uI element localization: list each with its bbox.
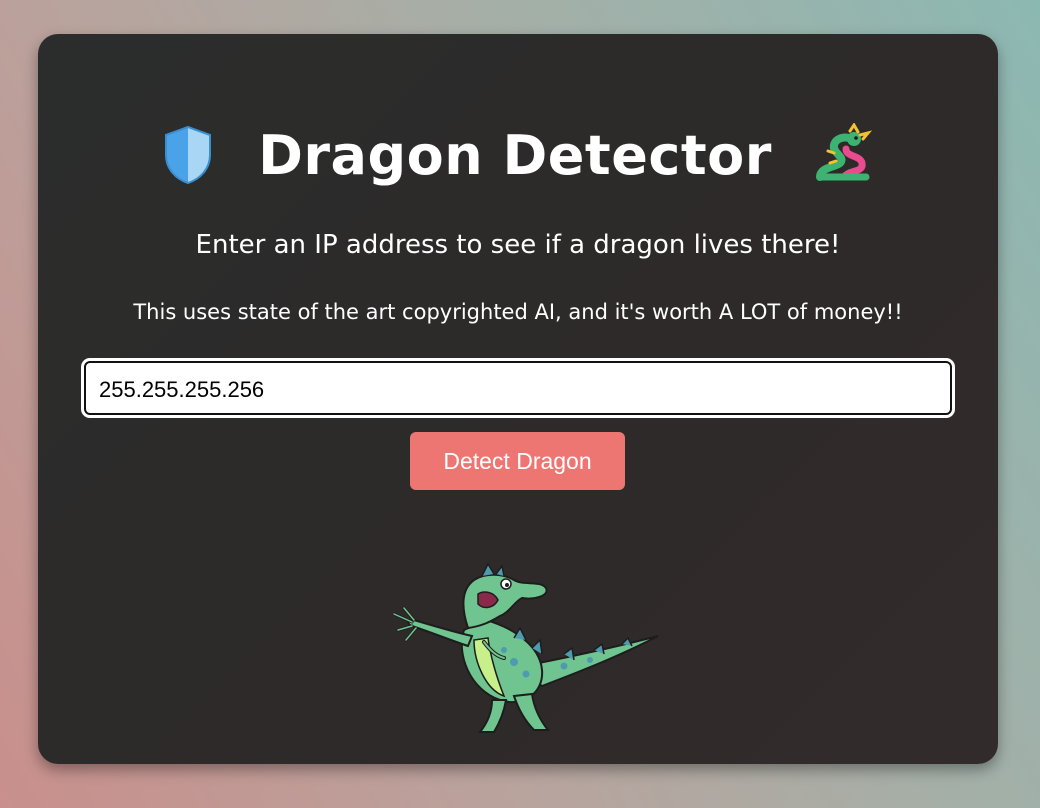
ai-note: This uses state of the art copyrighted A… — [133, 300, 903, 324]
detect-dragon-button[interactable]: Detect Dragon — [410, 432, 625, 490]
page-title: Dragon Detector — [258, 123, 772, 187]
shield-icon — [165, 125, 212, 185]
dancing-dragon-image — [392, 562, 659, 733]
subtitle: Enter an IP address to see if a dragon l… — [195, 230, 841, 260]
dragon-emoji-icon — [815, 123, 873, 181]
main-card: Dragon Detector Enter an IP address to s… — [38, 34, 998, 764]
ip-address-input[interactable]: 255.255.255.256 — [81, 358, 955, 418]
title-row: Dragon Detector — [38, 118, 998, 192]
